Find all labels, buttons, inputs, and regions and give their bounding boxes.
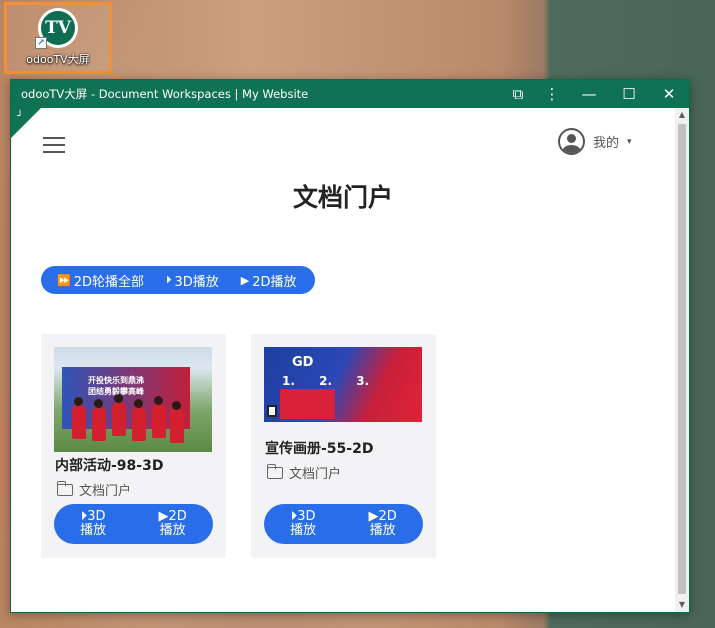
card-play-2d-button[interactable]: ▶2D 播放 bbox=[369, 510, 397, 538]
folder-label: 文档门户 bbox=[79, 484, 132, 499]
scroll-up-icon[interactable]: ▲ bbox=[675, 108, 689, 122]
card-play-2d-button[interactable]: ▶2D 播放 bbox=[159, 510, 187, 538]
folder-icon bbox=[266, 463, 283, 479]
tv-logo-icon: TV ↗ bbox=[35, 8, 78, 49]
caret-down-icon: ▾ bbox=[627, 136, 632, 147]
play-icon: ▶ bbox=[240, 273, 250, 287]
extension-icon[interactable]: ⧉ bbox=[501, 80, 535, 108]
card-play-2d-label: 2D bbox=[378, 509, 397, 524]
document-card: 开投快乐到鼎沸 团结勇毅攀高峰 内部活动-98-3D 文档门户 ⏵3D 播放 ▶… bbox=[41, 334, 226, 558]
document-folder[interactable]: 文档门户 bbox=[266, 463, 342, 482]
carousel-all-2d-button[interactable]: ⏩ 2D轮播全部 bbox=[57, 271, 144, 290]
play-icon: ▶ bbox=[368, 509, 379, 524]
brochure-number: 3. bbox=[356, 374, 370, 388]
fast-forward-icon: ⏩ bbox=[57, 273, 71, 287]
document-thumbnail[interactable]: GD 1. 2. 3. bbox=[264, 347, 422, 422]
play-2d-label: 2D播放 bbox=[252, 274, 297, 290]
card-play-3d-label: 3D bbox=[297, 509, 316, 524]
corner-ribbon bbox=[11, 108, 41, 138]
play-3d-button[interactable]: ⏵ 3D播放 bbox=[166, 271, 219, 290]
more-options-icon[interactable]: ⋮ bbox=[535, 80, 569, 108]
play-icon: ▶ bbox=[158, 509, 169, 524]
card-play-3d-label: 3D bbox=[87, 509, 106, 524]
card-play-3d-sublabel: 播放 bbox=[80, 523, 107, 538]
document-title[interactable]: 内部活动-98-3D bbox=[55, 455, 163, 475]
user-avatar-icon bbox=[558, 128, 585, 155]
brochure-logo: GD bbox=[292, 355, 314, 370]
brochure-red-block bbox=[280, 389, 335, 419]
browser-window: odooTV大屏 - Document Workspaces | My Webs… bbox=[10, 79, 690, 613]
play-circle-icon: ⏵ bbox=[166, 273, 172, 286]
document-title[interactable]: 宣传画册-55-2D bbox=[265, 438, 373, 458]
card-play-3d-button[interactable]: ⏵3D 播放 bbox=[80, 510, 106, 538]
team-photo: 开投快乐到鼎沸 团结勇毅攀高峰 bbox=[54, 347, 212, 452]
page-title: 文档门户 bbox=[292, 183, 393, 212]
playback-toolbar: ⏩ 2D轮播全部 ⏵ 3D播放 ▶ 2D播放 bbox=[41, 266, 315, 294]
hamburger-menu-icon[interactable] bbox=[43, 137, 65, 153]
card-play-actions: ⏵3D 播放 ▶2D 播放 bbox=[54, 504, 213, 544]
shortcut-arrow-icon: ↗ bbox=[35, 37, 47, 49]
document-thumbnail[interactable]: 开投快乐到鼎沸 团结勇毅攀高峰 bbox=[54, 347, 212, 452]
folder-label: 文档门户 bbox=[289, 467, 342, 482]
card-play-2d-sublabel: 播放 bbox=[369, 523, 396, 538]
desktop-shortcut-label: odooTV大屏 bbox=[26, 53, 90, 66]
card-play-2d-label: 2D bbox=[168, 509, 187, 524]
close-button[interactable]: ✕ bbox=[649, 80, 689, 108]
page-content: ┘ 我的 ▾ 文档门户 ⏩ 2D轮播全部 ⏵ 3D播放 ▶ 2D播放 开投快乐到… bbox=[11, 108, 675, 612]
play-2d-button[interactable]: ▶ 2D播放 bbox=[241, 271, 297, 290]
maximize-button[interactable]: ☐ bbox=[609, 80, 649, 108]
carousel-all-2d-label: 2D轮播全部 bbox=[73, 274, 144, 290]
brochure-numbers: 1. 2. 3. bbox=[282, 374, 389, 388]
user-menu[interactable]: 我的 ▾ bbox=[558, 128, 632, 155]
brochure-number: 2. bbox=[319, 374, 333, 388]
card-play-actions: ⏵3D 播放 ▶2D 播放 bbox=[264, 504, 423, 544]
scroll-thumb[interactable] bbox=[678, 124, 686, 594]
document-card: GD 1. 2. 3. 宣传画册-55-2D 文档门户 ⏵3D 播放 ▶2D 播… bbox=[251, 334, 436, 558]
brochure-cover: GD 1. 2. 3. bbox=[264, 347, 422, 422]
brochure-number: 1. bbox=[282, 374, 295, 388]
window-title: odooTV大屏 - Document Workspaces | My Webs… bbox=[21, 87, 309, 101]
desktop-shortcut-odootv[interactable]: TV ↗ odooTV大屏 bbox=[4, 2, 112, 74]
play-3d-label: 3D播放 bbox=[174, 274, 219, 290]
card-play-3d-sublabel: 播放 bbox=[290, 523, 317, 538]
document-folder[interactable]: 文档门户 bbox=[56, 480, 132, 499]
card-play-2d-sublabel: 播放 bbox=[159, 523, 186, 538]
minimize-button[interactable]: — bbox=[569, 80, 609, 108]
scroll-down-icon[interactable]: ▼ bbox=[675, 598, 689, 612]
card-play-3d-button[interactable]: ⏵3D 播放 bbox=[290, 510, 316, 538]
qr-code-icon bbox=[267, 405, 277, 417]
corner-ribbon-icon: ┘ bbox=[17, 111, 24, 122]
user-menu-label: 我的 bbox=[593, 136, 620, 151]
folder-icon bbox=[56, 480, 73, 496]
vertical-scrollbar[interactable]: ▲ ▼ bbox=[675, 108, 689, 612]
window-titlebar: odooTV大屏 - Document Workspaces | My Webs… bbox=[11, 80, 689, 108]
